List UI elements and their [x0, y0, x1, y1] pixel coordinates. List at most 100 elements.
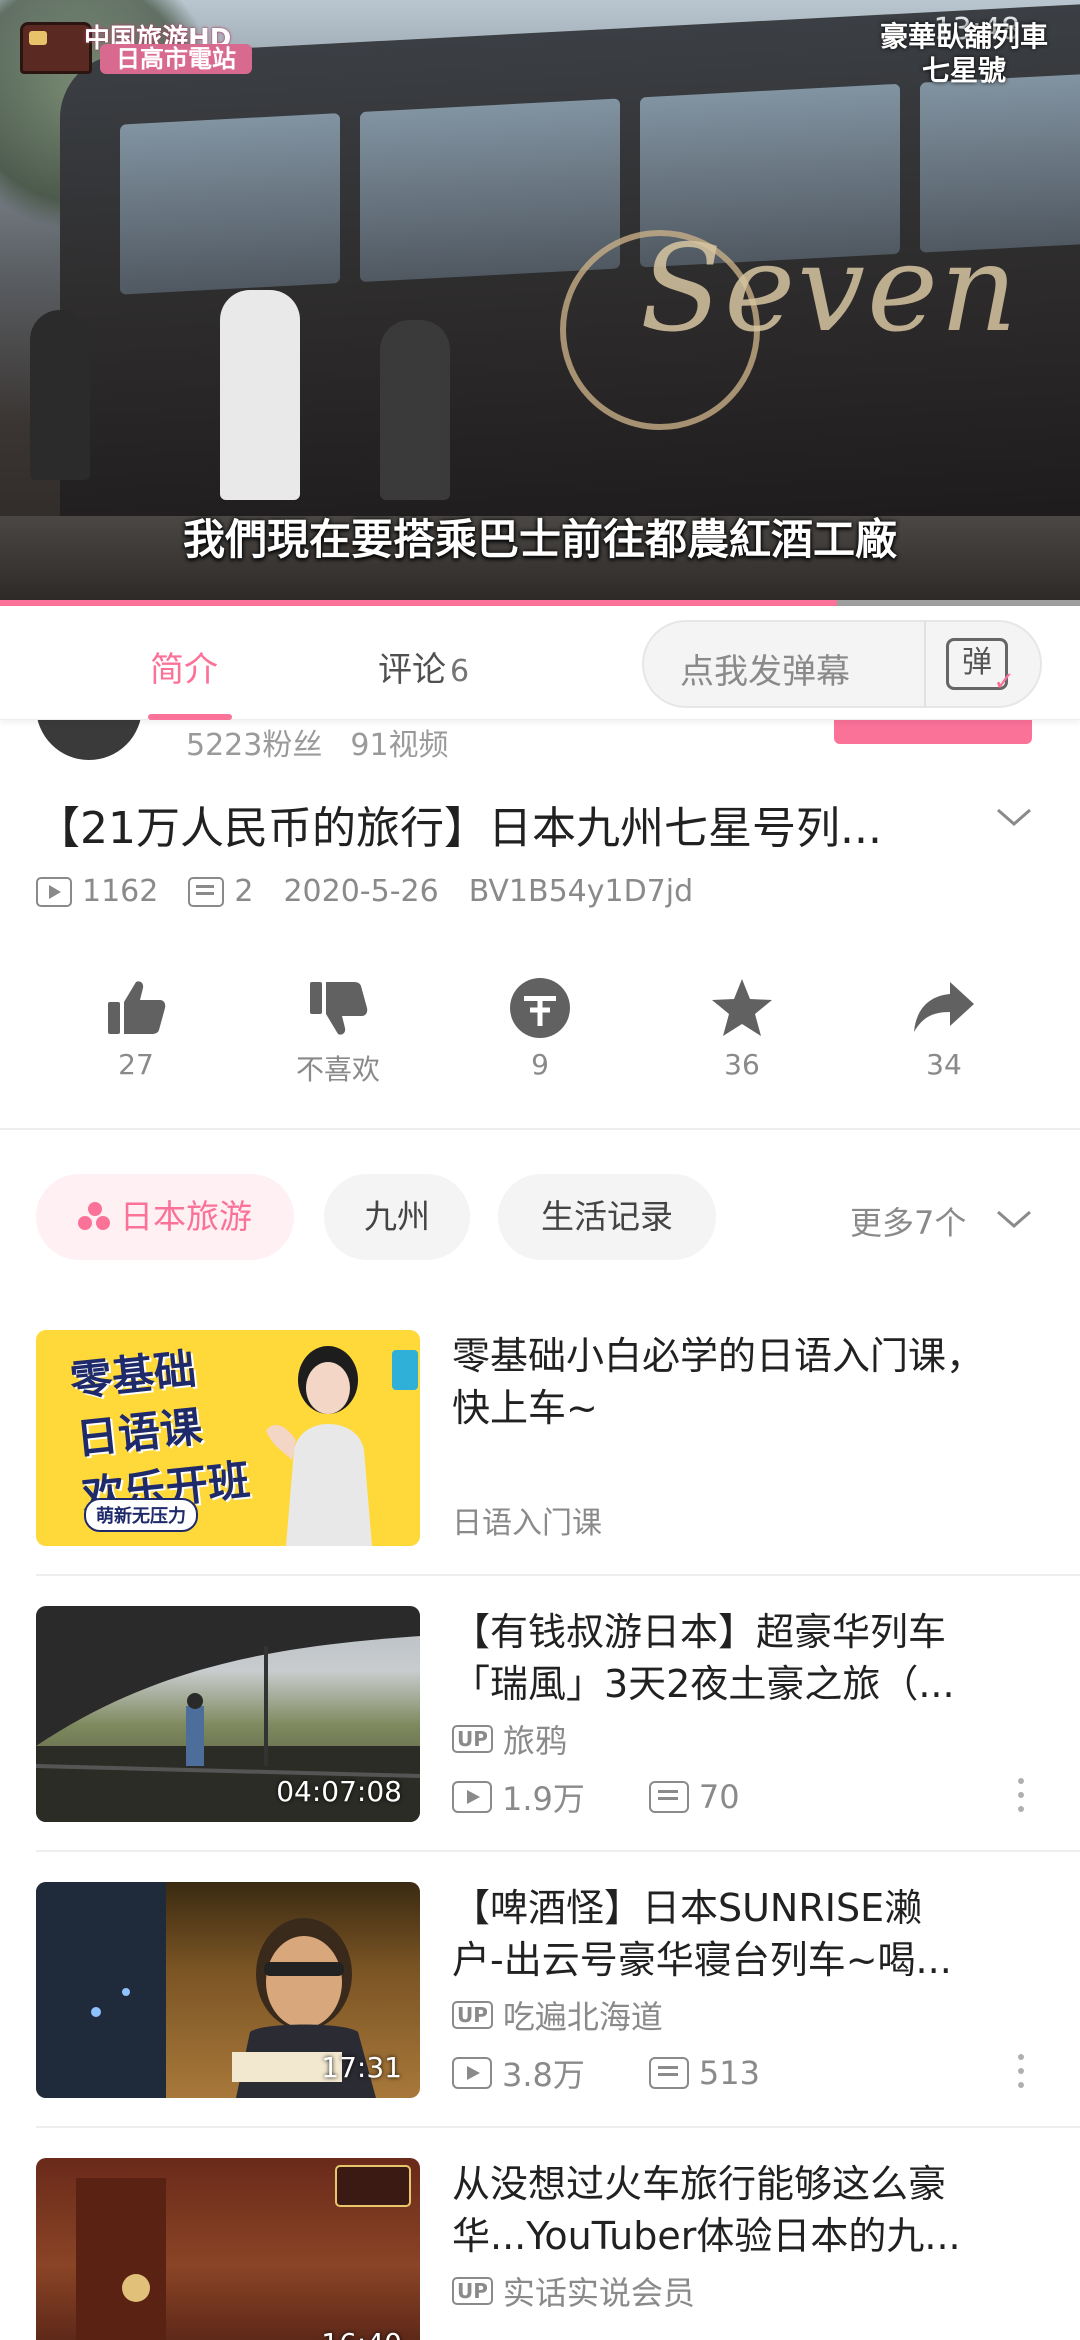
chevron-down-icon[interactable]: [994, 802, 1034, 832]
video-thumbnail: 16:40: [36, 2158, 420, 2340]
uploader-name: 吃遍北海道: [502, 1998, 663, 2036]
tab-active-indicator: [148, 714, 232, 720]
video-thumbnail: 04:07:08: [36, 1606, 420, 1822]
list-item[interactable]: 04:07:08 【有钱叔游日本】超豪华列车 「瑞風」3天2夜土豪之旅（... …: [0, 1606, 1080, 1854]
video-count: 91视频: [350, 728, 449, 763]
danmaku-count: 2: [234, 874, 254, 909]
coin-count: 9: [531, 1048, 549, 1081]
video-title: 从没想过火车旅行能够这么豪 华...YouTuber体验日本的九...: [452, 2158, 1042, 2262]
video-title-line: 华...YouTuber体验日本的九...: [452, 2214, 961, 2258]
list-item[interactable]: 16:40 从没想过火车旅行能够这么豪 华...YouTuber体验日本的九..…: [0, 2158, 1080, 2340]
video-stats: 1.9万 70: [452, 1774, 740, 1820]
brand-badge-line2: 七星號: [921, 54, 1006, 87]
video-title-line: 从没想过火车旅行能够这么豪: [452, 2162, 947, 2206]
ad-badge: [392, 1350, 418, 1390]
uploader-name: 旅鸦: [502, 1722, 567, 1760]
bus-window: [360, 98, 620, 283]
bvid: BV1B54y1D7jd: [468, 874, 694, 909]
play-count-icon: [452, 1781, 492, 1813]
more-tags-button[interactable]: 更多7个: [850, 1198, 966, 1244]
person-figure: [220, 290, 300, 500]
share-button[interactable]: 34: [874, 976, 1014, 1081]
up-badge-icon: UP: [452, 2001, 493, 2029]
dislike-button[interactable]: 不喜欢: [268, 976, 408, 1088]
tag-item[interactable]: 九州: [324, 1174, 470, 1260]
danmaku-count-icon: [648, 2057, 689, 2089]
publish-date: 2020-5-26: [283, 874, 439, 909]
bus-window: [120, 113, 340, 295]
ad-title: 零基础小白必学的日语入门课， 快上车~: [452, 1330, 1042, 1434]
video-meta: 1162 2 2020-5-26 BV1B54y1D7jd: [36, 874, 693, 909]
up-badge-icon: UP: [452, 2277, 493, 2305]
ad-item[interactable]: 零基础 日语课 欢乐开班 萌新无压力 零基础小白必学的日语入门课， 快上车~ 日…: [0, 1330, 1080, 1578]
more-options-icon[interactable]: [1016, 2054, 1026, 2090]
bus-lettering: Seven: [640, 220, 1020, 359]
tab-comments-count: 6: [450, 654, 470, 689]
video-title-line: 「瑞風」3天2夜土豪之旅（...: [452, 1662, 955, 1706]
favorite-button[interactable]: 36: [672, 976, 812, 1081]
danmaku-count: 70: [698, 1778, 740, 1816]
danmaku-input[interactable]: 点我发弹幕: [680, 644, 850, 693]
share-icon: [914, 982, 974, 1032]
view-count: 1162: [82, 874, 159, 909]
ad-subtitle: 日语入门课: [452, 1506, 602, 1541]
channel-watermark: 中国旅游HD 日高市電站: [20, 18, 290, 76]
danmaku-divider: [924, 622, 926, 706]
danmaku-count-icon: [648, 1781, 689, 1813]
thumb-up-icon: [108, 981, 166, 1034]
video-subtitle: 我們現在要搭乘巴士前往都農紅酒工廠: [182, 515, 897, 564]
danmaku-count: 513: [698, 2054, 760, 2092]
uploader-name: 实话实说会员: [502, 2274, 695, 2312]
coin-button[interactable]: 9: [470, 976, 610, 1081]
video-title-line: 【啤酒怪】日本SUNRISE濑: [452, 1886, 923, 1930]
person-figure: [30, 310, 90, 480]
tab-intro[interactable]: 简介: [150, 642, 218, 691]
more-options-icon[interactable]: [1016, 1778, 1026, 1814]
danmaku-input-box: 点我发弹幕 弹 ✓: [642, 620, 1042, 708]
tab-comments[interactable]: 评论 6: [378, 642, 469, 691]
video-player[interactable]: Seven 中国旅游HD 日高市電站 13:48 豪華臥舖列車 七星號 我們現在…: [0, 0, 1080, 606]
ad-title-line: 快上车~: [452, 1386, 598, 1430]
favorite-count: 36: [724, 1048, 760, 1081]
uploader: UP 实话实说会员: [452, 2268, 695, 2314]
list-item[interactable]: 17:31 【啤酒怪】日本SUNRISE濑 户-出云号豪华寝台列车~喝... U…: [0, 1882, 1080, 2130]
divider: [0, 1128, 1080, 1130]
chevron-down-icon[interactable]: [994, 1204, 1034, 1234]
tag-label: 生活记录: [541, 1197, 673, 1236]
danmaku-toggle-icon[interactable]: 弹 ✓: [946, 638, 1015, 695]
divider: [36, 1850, 1080, 1852]
tab-intro-label: 简介: [150, 650, 218, 690]
tab-bar: 简介 评论 6 点我发弹幕 弹 ✓: [0, 606, 1080, 720]
video-title: 【21万人民币的旅行】日本九州七星号列...: [36, 803, 882, 854]
check-icon: ✓: [993, 667, 1015, 697]
video-duration: 04:07:08: [276, 1775, 402, 1808]
share-count: 34: [926, 1048, 962, 1081]
thumbnail-scene: [76, 2165, 411, 2340]
tag-label: 九州: [364, 1197, 430, 1236]
hot-tag-icon: [78, 1202, 112, 1232]
video-duration: 16:40: [321, 2327, 402, 2340]
like-button[interactable]: 27: [66, 976, 206, 1081]
person-figure: [380, 320, 450, 500]
ad-thumbnail: 零基础 日语课 欢乐开班 萌新无压力: [36, 1330, 420, 1546]
video-title-line: 【有钱叔游日本】超豪华列车: [452, 1610, 947, 1654]
play-count-icon: [36, 876, 72, 907]
tag-item[interactable]: 生活记录: [498, 1174, 716, 1260]
dislike-label: 不喜欢: [295, 1053, 380, 1086]
video-title-line: 户-出云号豪华寝台列车~喝...: [452, 1938, 952, 1982]
danmaku-toggle-label: 弹: [962, 645, 992, 680]
follow-button[interactable]: [834, 720, 1032, 744]
video-stats: 3.8万 513: [452, 2050, 760, 2096]
video-title: 【有钱叔游日本】超豪华列车 「瑞風」3天2夜土豪之旅（...: [452, 1606, 1042, 1710]
train-logo-icon: [20, 22, 92, 74]
presenter-image: [266, 1346, 372, 1546]
thumb-down-icon: [310, 982, 368, 1035]
up-badge-icon: UP: [452, 1725, 493, 1753]
view-count: 1.9万: [502, 1780, 585, 1818]
tag-list: 日本旅游 九州 生活记录 更多7个: [36, 1174, 1046, 1260]
tag-item[interactable]: 日本旅游: [36, 1174, 294, 1260]
video-title: 【啤酒怪】日本SUNRISE濑 户-出云号豪华寝台列车~喝...: [452, 1882, 1042, 1986]
ad-thumbnail-stamp: 萌新无压力: [84, 1498, 198, 1532]
channel-watermark-subtitle: 日高市電站: [100, 44, 252, 74]
play-count-icon: [452, 2057, 492, 2089]
